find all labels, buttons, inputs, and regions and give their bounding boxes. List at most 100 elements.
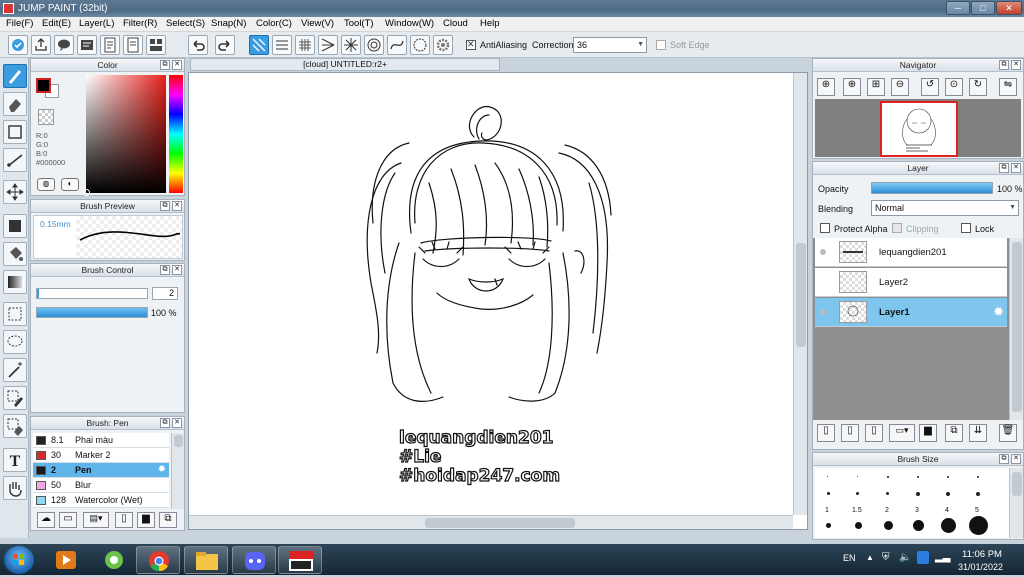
comment-icon[interactable] [54,35,74,55]
hand-tool-icon[interactable] [3,476,27,500]
menu-filter[interactable]: Filter(R) [123,18,157,29]
redo-icon[interactable] [215,35,235,55]
brush-size-dot[interactable] [916,492,920,496]
brush-size-dot[interactable] [947,476,949,478]
brush-item[interactable]: 128 Watercolor (Wet) [33,493,169,508]
brush-list-scroll-thumb[interactable] [174,435,183,447]
eyedropper-icon[interactable]: ◐ [61,178,79,191]
menu-tool[interactable]: Tool(T) [344,18,374,29]
bucket-tool-icon[interactable] [3,242,27,266]
folder-icon[interactable]: ▆ [137,512,155,528]
canvas-vscroll-thumb[interactable] [796,243,806,347]
menu-edit[interactable]: Edit(E) [42,18,71,29]
brush-size-dot[interactable] [977,476,979,478]
canvas-hscroll-thumb[interactable] [425,518,575,528]
maximize-button[interactable]: □ [971,1,995,15]
clock-date[interactable]: 31/01/2022 [958,562,1003,572]
file-explorer-icon[interactable] [184,546,228,574]
panel-close-icon[interactable]: ✕ [1011,60,1021,70]
brush-size-dot[interactable] [827,476,828,477]
text-tool-icon[interactable]: T [3,448,27,472]
panel-float-icon[interactable]: ⧉ [999,163,1009,173]
tray-blue-app-icon[interactable] [917,551,929,564]
brush-size-dot[interactable] [946,492,950,496]
brush-size-dot[interactable] [976,492,980,496]
new-layer-8bit-icon[interactable]: ▯ [841,424,859,442]
brush-opacity-slider[interactable] [36,307,148,318]
eraser-tool-icon[interactable] [3,92,27,116]
panel-float-icon[interactable]: ⧉ [160,60,170,70]
panel-float-icon[interactable]: ⧉ [999,60,1009,70]
radial-lines-icon[interactable] [341,35,361,55]
fill-rect-tool-icon[interactable] [3,214,27,238]
layer-row[interactable]: lequangdien201 [815,238,1007,267]
brush-size-dot[interactable] [917,476,919,478]
eye-icon[interactable] [820,309,826,315]
eye-icon[interactable] [820,249,826,255]
menu-color[interactable]: Color(C) [256,18,292,29]
green-app-icon[interactable] [92,546,136,574]
tray-app-icon[interactable]: ⛨ [882,552,890,563]
brush-item[interactable]: 8.1 Phai màu [33,433,169,448]
minimize-button[interactable]: ─ [946,1,970,15]
rotate-right-icon[interactable]: ↻ [969,78,987,96]
canvas-horizontal-scrollbar[interactable] [189,515,793,529]
antialiasing-checkbox[interactable] [466,39,476,50]
protect-alpha-checkbox[interactable] [820,223,830,233]
gradient-tool-icon[interactable] [3,270,27,294]
flip-icon[interactable]: ⇋ [999,78,1017,96]
trash-icon[interactable]: 🗑 [999,424,1017,442]
lock-checkbox[interactable] [961,223,971,233]
panel-close-icon[interactable]: ✕ [172,265,182,275]
brush-list-scrollbar[interactable] [171,433,184,509]
layer-row-selected[interactable]: Layer1 ✹ [815,298,1007,327]
copy-brush-icon[interactable]: ▯ [115,512,133,528]
brush-size-dot[interactable] [856,492,859,495]
cloud-sync-icon[interactable] [8,35,28,55]
softedge-checkbox[interactable] [656,40,666,50]
start-button[interactable] [4,546,34,574]
rotate-left-icon[interactable]: ↺ [921,78,939,96]
brush-size-value[interactable]: 2 [152,287,178,300]
panel-close-icon[interactable]: ✕ [1011,454,1021,464]
fit-window-icon[interactable]: ⊞ [867,78,885,96]
note-icon[interactable] [77,35,97,55]
rotate-reset-icon[interactable]: ⊙ [945,78,963,96]
brush-cloud-icon[interactable]: ☁ [37,512,55,528]
close-button[interactable]: ✕ [996,1,1022,15]
panel-close-icon[interactable]: ✕ [172,60,182,70]
panel-float-icon[interactable]: ⧉ [160,418,170,428]
snap-off-icon[interactable] [249,35,269,55]
network-icon[interactable]: ▂▃ [935,552,950,563]
clipping-checkbox[interactable] [892,223,902,233]
layer-row[interactable]: Layer2 [815,268,1007,297]
menu-cloud[interactable]: Cloud [443,18,468,29]
language-indicator[interactable]: EN [843,553,856,563]
new-layer-1bit-icon[interactable]: ▯ [865,424,883,442]
layer-list-scrollbar[interactable] [1009,238,1023,420]
panel-close-icon[interactable]: ✕ [1011,163,1021,173]
jump-paint-icon[interactable] [278,546,322,574]
duplicate-layer-icon[interactable]: ⧉ [945,424,963,442]
merge-layer-icon[interactable]: ⇊ [969,424,987,442]
brush-size-dot[interactable] [855,522,862,529]
foreground-color-swatch[interactable] [36,78,51,93]
menu-file[interactable]: File(F) [6,18,33,29]
line-tool-icon[interactable] [3,148,27,172]
menu-help[interactable]: Help [480,18,500,29]
share-icon[interactable] [31,35,51,55]
menu-select[interactable]: Select(S) [166,18,205,29]
new-layer-icon[interactable]: ▯ [817,424,835,442]
lasso-tool-icon[interactable] [3,330,27,354]
menu-view[interactable]: View(V) [301,18,334,29]
zoom-in-plus-icon[interactable]: ⊕ [843,78,861,96]
panel-float-icon[interactable]: ⧉ [160,201,170,211]
brush-size-dot[interactable] [886,492,889,495]
layer-scroll-thumb[interactable] [1012,242,1022,412]
menu-layer[interactable]: Layer(L) [79,18,114,29]
brush-size-dot[interactable] [826,523,831,528]
brush-size-dot[interactable] [887,476,889,478]
palette-icon[interactable]: ◍ [37,178,55,191]
curve-icon[interactable] [387,35,407,55]
move-tool-icon[interactable] [3,180,27,204]
